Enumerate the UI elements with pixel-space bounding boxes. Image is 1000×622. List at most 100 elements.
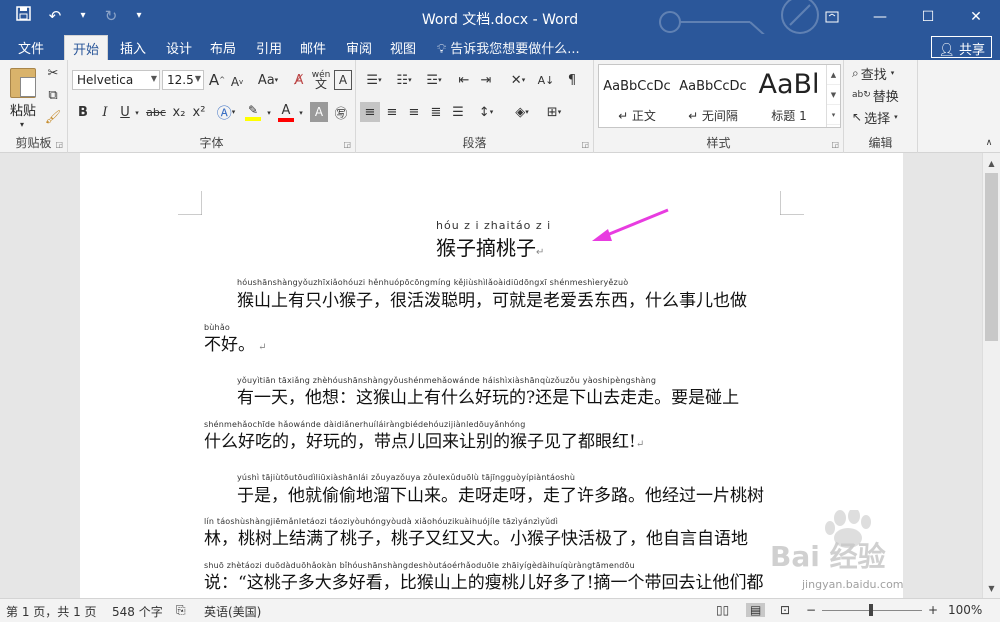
find-button[interactable]: ⌕ 查找 ▾: [852, 64, 894, 83]
text-line[interactable]: 林，桃树上结满了桃子，桃子又红又大。小猴子快活极了，他自言自语地: [204, 524, 748, 549]
language[interactable]: 英语(美国): [204, 603, 261, 620]
enclose-characters-icon[interactable]: ㊢: [332, 102, 350, 122]
distributed-icon[interactable]: ☰: [448, 102, 468, 122]
character-shading-icon[interactable]: A: [310, 102, 328, 122]
clipboard-launcher-icon[interactable]: ◲: [55, 140, 63, 149]
document-page[interactable]: hóu z i zhaitáo z i 猴子摘桃子↵ hóushānshàngy…: [80, 153, 903, 598]
chevron-down-icon[interactable]: ▼: [195, 74, 201, 83]
justify-icon[interactable]: ≣: [426, 102, 446, 122]
numbering-icon[interactable]: ☷ ▾: [390, 70, 418, 90]
share-button[interactable]: 👤︎ 共享: [931, 36, 992, 58]
phonetic-guide-icon[interactable]: wén 文: [312, 68, 331, 92]
zoom-out-button[interactable]: −: [806, 603, 816, 617]
maximize-icon[interactable]: ☐: [904, 0, 952, 34]
bold-button[interactable]: B: [74, 102, 92, 122]
style-heading-1[interactable]: AaBl 标题 1: [751, 65, 827, 127]
italic-button[interactable]: I: [96, 102, 114, 122]
print-layout-icon[interactable]: ▤: [746, 603, 766, 617]
ribbon-display-icon[interactable]: [808, 0, 856, 34]
text-line[interactable]: 于是，他就偷偷地溜下山来。走呀走呀，走了许多路。他经过一片桃树: [237, 481, 764, 506]
borders-icon[interactable]: ⊞ ▾: [540, 102, 568, 122]
tab-mailings[interactable]: 邮件: [300, 38, 326, 57]
shrink-font-button[interactable]: Av: [228, 72, 246, 92]
tell-me-text: 告诉我您想要做什么...: [450, 42, 580, 57]
title-pinyin: hóu z i zhaitáo z i: [436, 219, 552, 232]
tab-insert[interactable]: 插入: [120, 38, 146, 57]
chinese-layout-icon[interactable]: ✕ ▾: [504, 70, 532, 90]
style-no-spacing[interactable]: AaBbCcDc ↵ 无间隔: [675, 65, 751, 127]
increase-indent-icon[interactable]: ⇥: [476, 70, 496, 90]
tab-layout[interactable]: 布局: [210, 38, 236, 57]
zoom-slider-thumb[interactable]: [869, 604, 873, 616]
strikethrough-button[interactable]: abc: [144, 102, 168, 122]
font-size-combo[interactable]: 12.5 ▼: [162, 70, 204, 90]
web-layout-icon[interactable]: ⊡: [780, 603, 790, 617]
font-color-button[interactable]: A: [276, 100, 296, 124]
show-marks-icon[interactable]: ¶: [562, 70, 582, 90]
collapse-ribbon-icon[interactable]: ∧: [982, 136, 996, 150]
font-color-dropdown-icon[interactable]: ▾: [296, 104, 306, 122]
highlight-button[interactable]: ✎: [242, 100, 264, 124]
text-line[interactable]: 有一天，他想：这猴山上有什么好玩的?还是下山去走走。要是碰上: [237, 383, 739, 408]
character-border-icon[interactable]: A: [334, 70, 352, 90]
subscript-button[interactable]: x₂: [170, 102, 188, 122]
align-center-icon[interactable]: ≡: [382, 102, 402, 122]
tab-home[interactable]: 开始: [64, 35, 109, 60]
styles-up-icon[interactable]: ▲: [827, 65, 840, 85]
vertical-scrollbar[interactable]: ▲ ▼: [982, 153, 1000, 598]
select-button[interactable]: ↖ 选择 ▾: [852, 108, 898, 127]
zoom-in-button[interactable]: +: [928, 603, 938, 617]
clear-formatting-icon[interactable]: A̸: [290, 70, 308, 90]
paste-icon[interactable]: [10, 68, 36, 98]
styles-down-icon[interactable]: ▼: [827, 85, 840, 105]
copy-icon[interactable]: ⧉: [44, 86, 62, 104]
sort-icon[interactable]: A↓: [536, 70, 556, 90]
style-normal[interactable]: AaBbCcDc ↵ 正文: [599, 65, 675, 127]
close-icon[interactable]: ✕: [952, 0, 1000, 34]
line-spacing-icon[interactable]: ↕ ▾: [472, 102, 500, 122]
styles-launcher-icon[interactable]: ◲: [831, 140, 839, 149]
grow-font-button[interactable]: A ^: [208, 70, 226, 90]
styles-more-icon[interactable]: ▾: [827, 105, 840, 125]
word-count[interactable]: 548 个字: [112, 603, 163, 620]
font-launcher-icon[interactable]: ◲: [343, 140, 351, 149]
zoom-level[interactable]: 100%: [948, 603, 982, 617]
paragraph-launcher-icon[interactable]: ◲: [581, 140, 589, 149]
chevron-down-icon[interactable]: ▼: [151, 74, 157, 83]
highlight-dropdown-icon[interactable]: ▾: [264, 104, 274, 122]
tab-review[interactable]: 审阅: [346, 38, 372, 57]
paste-label[interactable]: 粘贴: [10, 100, 36, 119]
replace-button[interactable]: ab↻ 替换: [852, 86, 899, 105]
bullets-icon[interactable]: ☰ ▾: [360, 70, 388, 90]
superscript-button[interactable]: x²: [190, 102, 208, 122]
font-name-combo[interactable]: Helvetica ▼: [72, 70, 160, 90]
text-line[interactable]: 猴山上有只小猴子，很活泼聪明，可就是老爱丢东西，什么事儿也做: [237, 286, 747, 311]
shading-icon[interactable]: ◈ ▾: [508, 102, 536, 122]
align-right-icon[interactable]: ≡: [404, 102, 424, 122]
scroll-thumb[interactable]: [985, 173, 998, 341]
page-count[interactable]: 第 1 页，共 1 页: [6, 603, 97, 620]
align-left-icon[interactable]: ≡: [360, 102, 380, 122]
tab-design[interactable]: 设计: [166, 38, 192, 57]
tab-file[interactable]: 文件: [18, 38, 44, 57]
paste-dropdown-icon[interactable]: ▾: [20, 120, 24, 129]
multilevel-list-icon[interactable]: ☲ ▾: [420, 70, 448, 90]
scroll-down-icon[interactable]: ▼: [983, 580, 1000, 596]
underline-dropdown-icon[interactable]: ▾: [132, 104, 142, 122]
change-case-button[interactable]: Aa ▾: [254, 70, 282, 90]
read-mode-icon[interactable]: ▯▯: [716, 603, 729, 617]
scroll-up-icon[interactable]: ▲: [983, 155, 1000, 171]
text-line[interactable]: 说：“这桃子多大多好看，比猴山上的瘦桃儿好多了!摘一个带回去让他们都: [204, 568, 764, 593]
format-painter-icon[interactable]: 🖌︎: [44, 108, 62, 126]
tell-me-box[interactable]: 💡︎ 告诉我您想要做什么...: [437, 38, 580, 57]
text-line[interactable]: 什么好吃的，好玩的，带点儿回来让别的猴子见了都眼红!↵: [204, 427, 644, 452]
text-effects-icon[interactable]: Ⓐ ▾: [214, 102, 238, 122]
cut-icon[interactable]: ✂: [44, 64, 62, 82]
tab-references[interactable]: 引用: [256, 38, 282, 57]
document-title[interactable]: 猴子摘桃子↵: [436, 232, 544, 261]
decrease-indent-icon[interactable]: ⇤: [454, 70, 474, 90]
proofing-icon[interactable]: ⎘: [176, 603, 186, 618]
text-line[interactable]: 不好。 ↵: [204, 330, 267, 355]
tab-view[interactable]: 视图: [390, 38, 416, 57]
minimize-icon[interactable]: —: [856, 0, 904, 34]
